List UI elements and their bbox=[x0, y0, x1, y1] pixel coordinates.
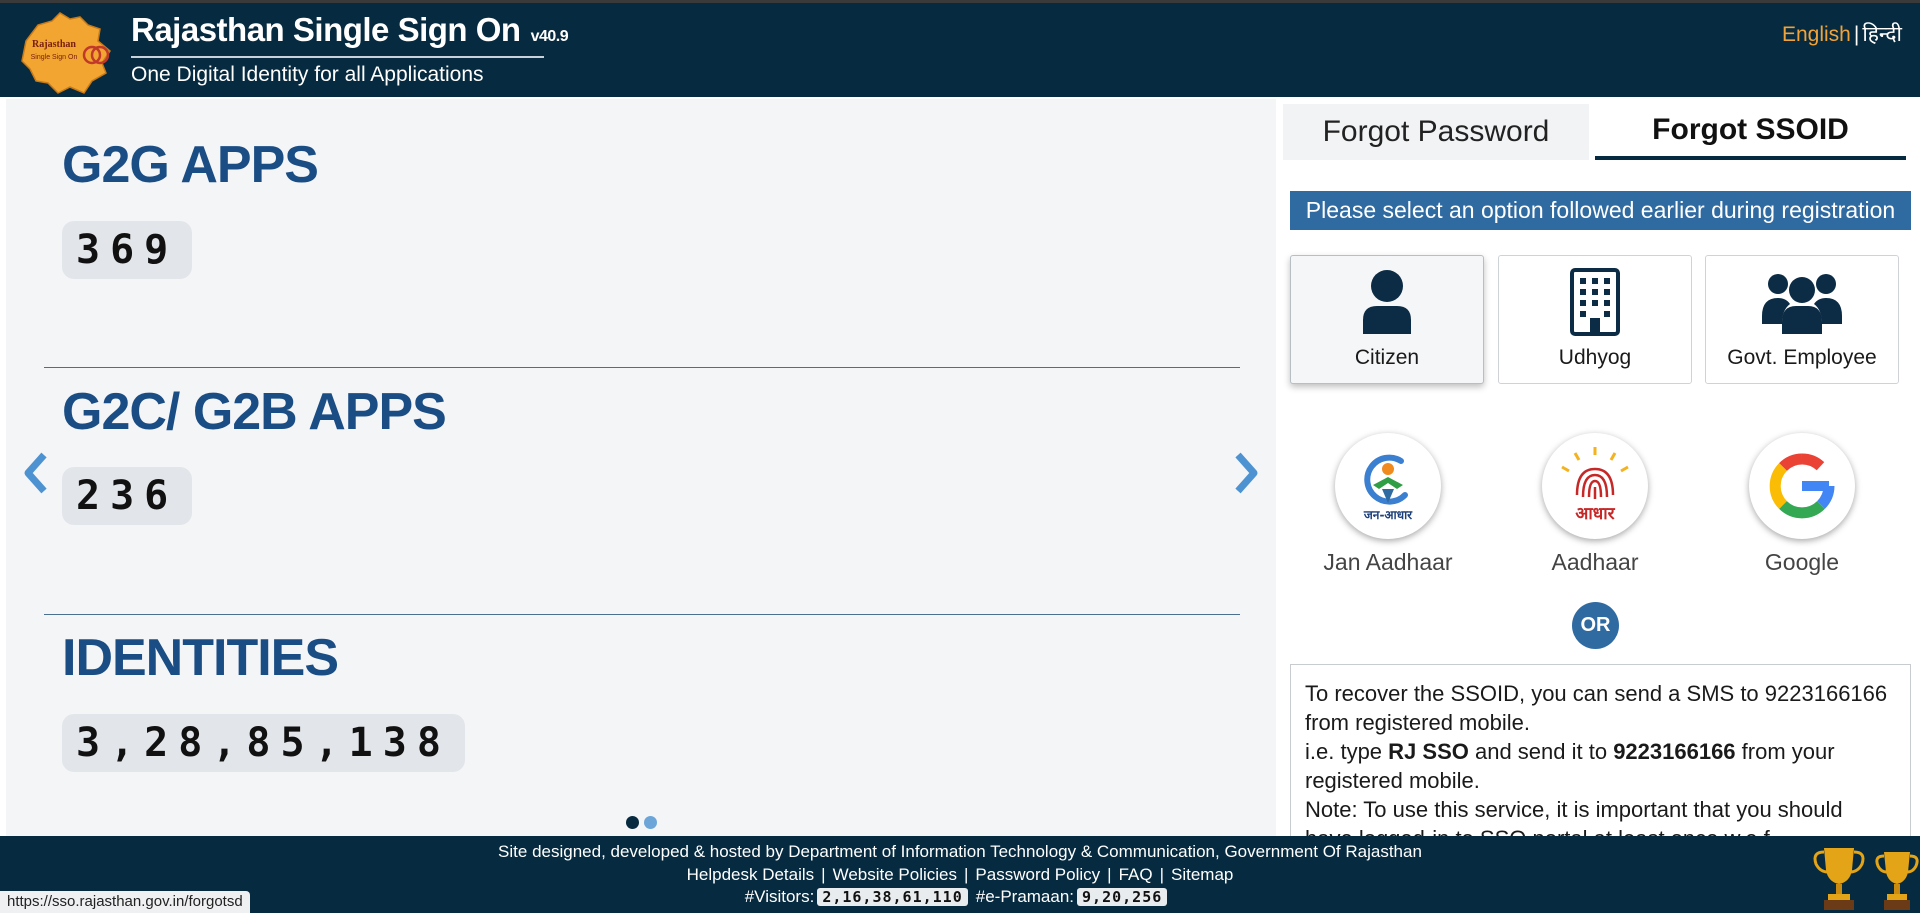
citizen-label: Citizen bbox=[1354, 346, 1420, 369]
carousel-dot-2[interactable] bbox=[644, 816, 657, 829]
g2c-g2b-apps-title: G2C/ G2B APPS bbox=[62, 383, 447, 441]
jan-aadhaar-button[interactable]: जन-आधार bbox=[1335, 433, 1441, 539]
divider bbox=[44, 367, 1240, 368]
info-line-2-prefix: i.e. type bbox=[1305, 739, 1389, 764]
google-button[interactable] bbox=[1749, 433, 1855, 539]
lang-english-link[interactable]: English bbox=[1782, 23, 1851, 46]
info-line-2-middle: and send it to bbox=[1468, 739, 1614, 764]
g2g-apps-title: G2G APPS bbox=[62, 136, 319, 194]
site-subtitle: One Digital Identity for all Application… bbox=[131, 63, 484, 86]
info-line-2: i.e. type RJ SSO and send it to 92231661… bbox=[1305, 737, 1896, 795]
govt-employee-option-card[interactable]: Govt. Employee bbox=[1705, 255, 1899, 384]
registration-option-notice: Please select an option followed earlier… bbox=[1290, 191, 1911, 230]
site-title-text: Rajasthan Single Sign On bbox=[131, 11, 521, 48]
google-logo-icon bbox=[1769, 453, 1835, 519]
stats-carousel: G2G APPS 369 G2C/ G2B APPS 236 IDENTITIE… bbox=[6, 99, 1276, 836]
g2c-g2b-apps-counter: 236 bbox=[62, 467, 193, 525]
lang-hindi-link[interactable]: हिन्दी bbox=[1862, 23, 1902, 46]
aadhaar-button[interactable]: आधार bbox=[1542, 433, 1648, 539]
site-header: Rajasthan Single Sign On Rajasthan Singl… bbox=[0, 0, 1920, 97]
lang-separator: | bbox=[1853, 23, 1860, 46]
carousel-dot-1[interactable] bbox=[626, 816, 639, 829]
footer-separator: | bbox=[1159, 865, 1164, 884]
or-badge: OR bbox=[1572, 602, 1619, 649]
trophy-award-icon[interactable] bbox=[1810, 844, 1868, 912]
faq-link[interactable]: FAQ bbox=[1119, 865, 1153, 884]
svg-text:Rajasthan: Rajasthan bbox=[32, 39, 76, 50]
jan-aadhaar-label: Jan Aadhaar bbox=[1323, 549, 1453, 575]
tab-forgot-password[interactable]: Forgot Password bbox=[1283, 104, 1589, 160]
sms-recovery-info: To recover the SSOID, you can send a SMS… bbox=[1290, 664, 1911, 844]
aadhaar-label: Aadhaar bbox=[1551, 549, 1639, 575]
carousel-indicators bbox=[626, 816, 657, 829]
password-policy-link[interactable]: Password Policy bbox=[975, 865, 1100, 884]
sms-number: 9223166166 bbox=[1613, 739, 1736, 764]
udhyog-option-card[interactable]: Udhyog bbox=[1498, 255, 1692, 384]
udhyog-label: Udhyog bbox=[1558, 346, 1632, 369]
building-icon bbox=[1570, 268, 1620, 336]
footer-separator: | bbox=[964, 865, 969, 884]
sms-keyword: RJ SSO bbox=[1388, 739, 1469, 764]
title-underline bbox=[131, 56, 544, 58]
govt-employee-label: Govt. Employee bbox=[1727, 346, 1877, 369]
carousel-next-arrow-icon[interactable] bbox=[1232, 451, 1260, 495]
aadhaar-logo-icon: आधार bbox=[1561, 447, 1629, 524]
helpdesk-details-link[interactable]: Helpdesk Details bbox=[687, 865, 815, 884]
citizen-option-card[interactable]: Citizen bbox=[1290, 255, 1484, 384]
epramaan-counter: 9,20,256 bbox=[1077, 888, 1168, 906]
rajasthan-map-logo-icon[interactable]: Rajasthan Single Sign On bbox=[18, 11, 114, 95]
browser-status-url: https://sso.rajasthan.gov.in/forgotsd bbox=[0, 891, 250, 913]
svg-text:Single Sign On: Single Sign On bbox=[31, 54, 78, 61]
carousel-prev-arrow-icon[interactable] bbox=[22, 451, 50, 495]
version-label: v40.9 bbox=[530, 28, 569, 45]
aadhaar-logo-text: आधार bbox=[1575, 504, 1615, 524]
footer-separator: | bbox=[821, 865, 826, 884]
footer-links: Helpdesk Details | Website Policies | Passwo… bbox=[0, 865, 1920, 885]
g2g-apps-counter: 369 bbox=[62, 221, 193, 279]
tab-forgot-ssoid[interactable]: Forgot SSOID bbox=[1595, 104, 1906, 160]
info-line-1: To recover the SSOID, you can send a SMS… bbox=[1305, 681, 1888, 735]
footer-separator: | bbox=[1107, 865, 1112, 884]
sitemap-link[interactable]: Sitemap bbox=[1171, 865, 1233, 884]
website-policies-link[interactable]: Website Policies bbox=[833, 865, 957, 884]
visitors-counter: 2,16,38,61,110 bbox=[817, 888, 968, 906]
language-switcher: English | हिन्दी bbox=[1782, 20, 1902, 48]
google-label: Google bbox=[1764, 549, 1840, 575]
users-group-icon bbox=[1762, 274, 1842, 334]
visitors-label: #Visitors: bbox=[744, 887, 815, 906]
identities-counter: 3,28,85,138 bbox=[62, 714, 465, 772]
jan-aadhaar-logo-icon: जन-आधार bbox=[1363, 454, 1413, 522]
divider bbox=[44, 614, 1240, 615]
trophy-award-icon[interactable] bbox=[1874, 844, 1920, 912]
footer-counters: #Visitors: 2,16,38,61,110 #e-Pramaan: 9,20,… bbox=[0, 887, 1920, 907]
recovery-panel: Forgot Password Forgot SSOID Please sele… bbox=[1280, 99, 1920, 844]
user-icon bbox=[1363, 270, 1411, 334]
jan-aadhaar-logo-text: जन-आधार bbox=[1363, 508, 1413, 522]
footer-credit: Site designed, developed & hosted by Dep… bbox=[498, 842, 1422, 861]
site-footer: Site designed, developed & hosted by Dep… bbox=[0, 836, 1920, 913]
identities-title: IDENTITIES bbox=[62, 629, 339, 687]
epramaan-label: #e-Pramaan: bbox=[975, 887, 1075, 906]
site-title: Rajasthan Single Sign On v40.9 bbox=[131, 11, 569, 49]
